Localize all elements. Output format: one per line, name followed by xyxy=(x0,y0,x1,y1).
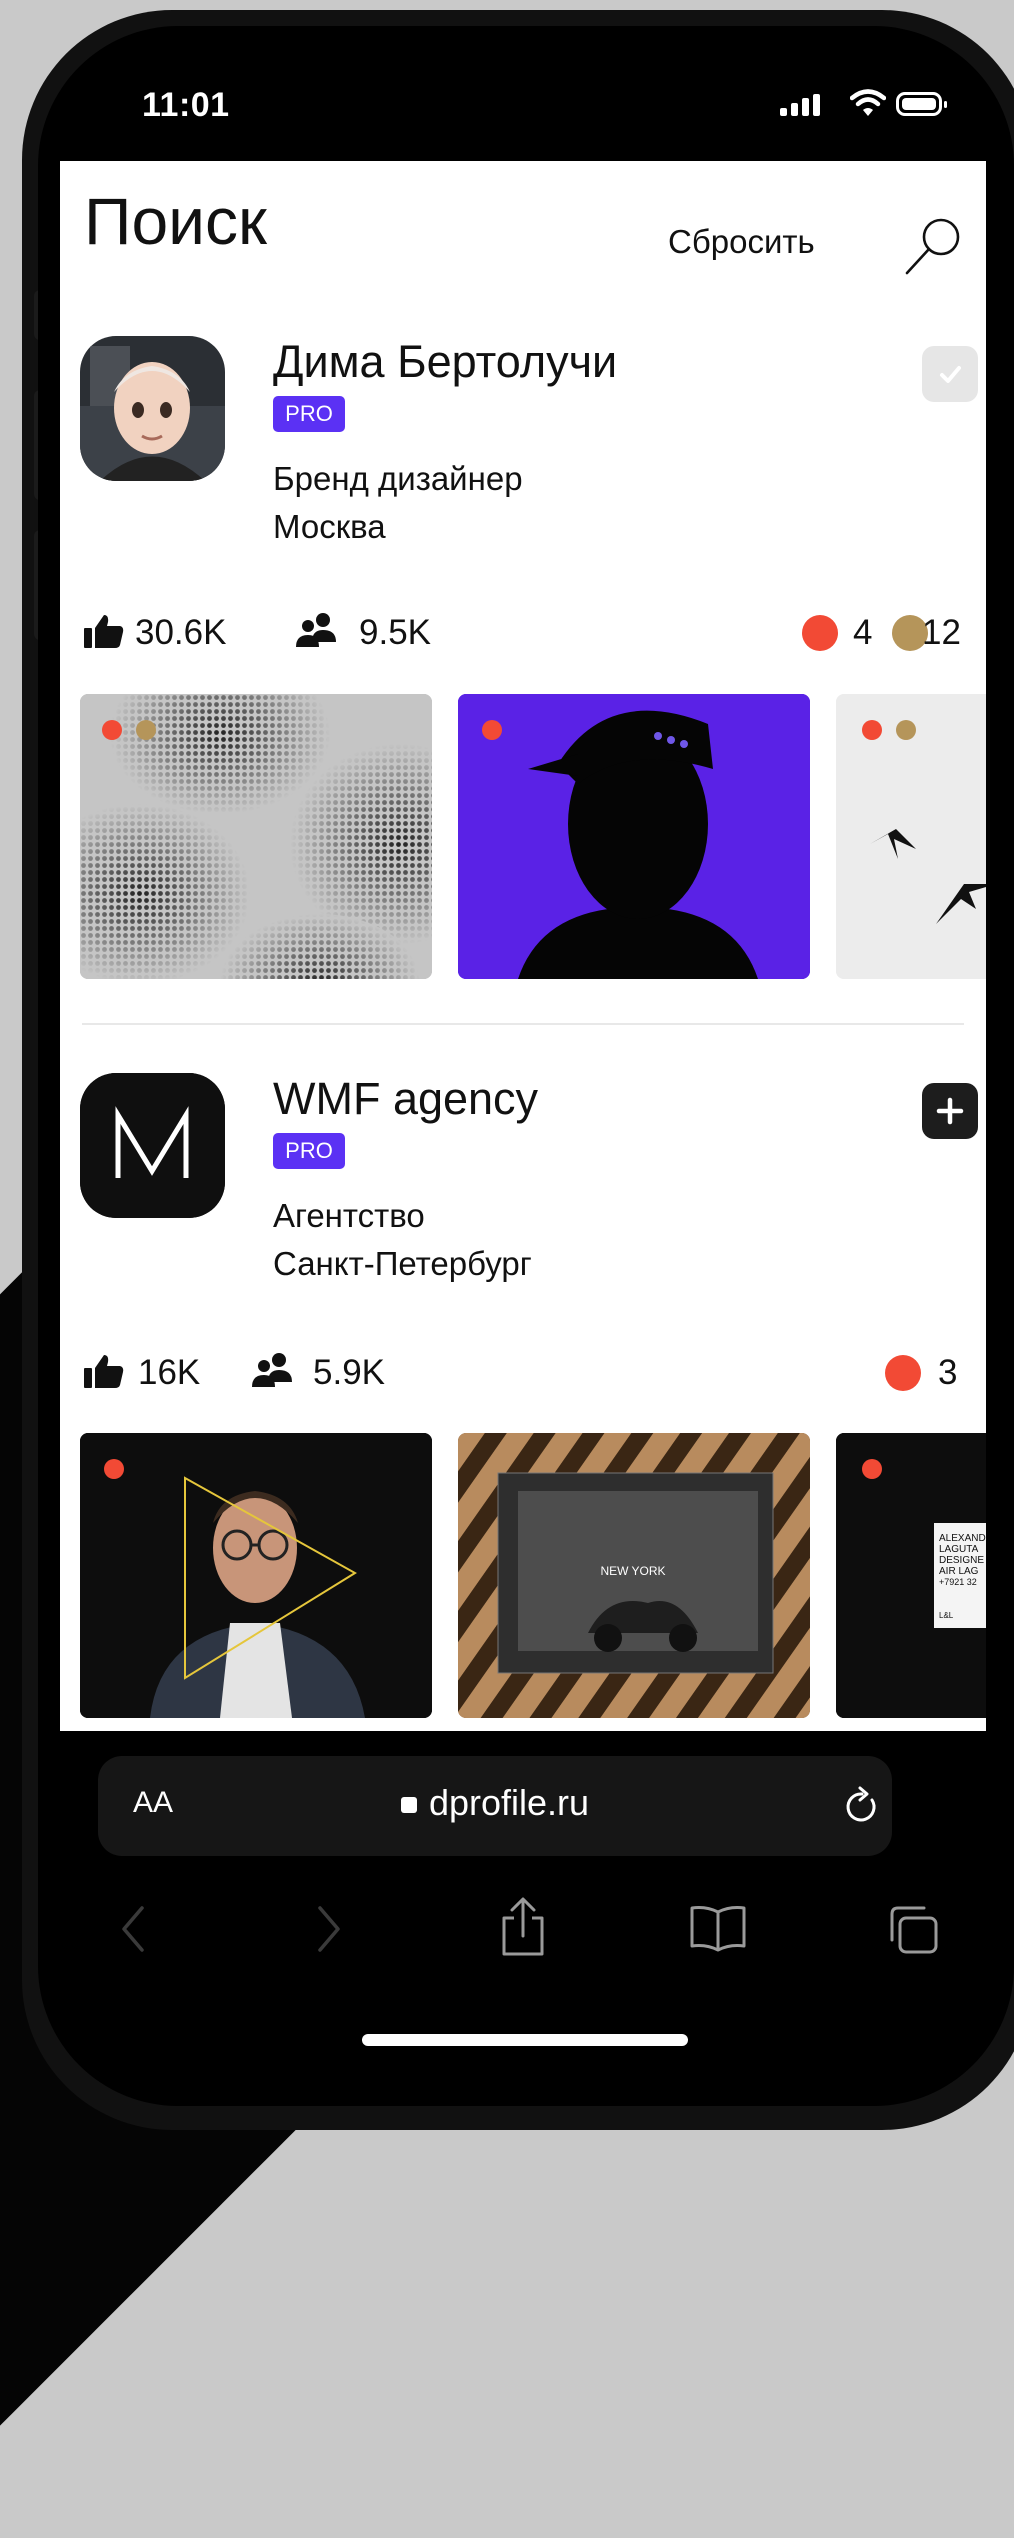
award-red-icon xyxy=(482,720,502,740)
business-card-line: AIR LAG xyxy=(939,1566,979,1577)
award-count: 3 xyxy=(938,1353,958,1392)
award-red-icon xyxy=(862,1459,882,1479)
plus-icon xyxy=(936,1097,964,1125)
user-role: Агентство xyxy=(273,1197,425,1234)
reset-button[interactable]: Сбросить xyxy=(668,223,815,261)
user-name[interactable]: WMF agency xyxy=(273,1073,538,1125)
phone-screen: 11:01 Поиск Сбросить Дима Бертолучи PRO … xyxy=(38,26,1014,2106)
lock-icon xyxy=(400,1797,417,1813)
user-city: Санкт-Петербург xyxy=(273,1245,532,1282)
user-name[interactable]: Дима Бертолучи xyxy=(273,336,617,388)
project-thumbnail[interactable] xyxy=(80,1433,432,1718)
followed-button[interactable] xyxy=(922,346,978,402)
business-card-line: DESIGNE xyxy=(939,1555,984,1566)
award-red-icon xyxy=(104,1459,124,1479)
thumbnail-caption: NEW YORK xyxy=(600,1564,665,1578)
award-red-icon xyxy=(885,1355,921,1391)
pro-badge: PRO xyxy=(273,1133,345,1169)
notch xyxy=(363,26,793,116)
avatar[interactable] xyxy=(80,336,225,481)
result-card[interactable]: Дима Бертолучи PRO Бренд дизайнер Москва… xyxy=(60,336,986,996)
likes-count: 30.6K xyxy=(135,613,227,652)
browser-toolbar xyxy=(38,1897,1014,1974)
page-title: Поиск xyxy=(84,184,267,258)
url-text: dprofile.ru xyxy=(428,1782,590,1823)
address-bar[interactable]: AA dprofile.ru xyxy=(98,1756,892,1856)
people-icon xyxy=(296,613,336,647)
award-red-icon xyxy=(102,720,122,740)
status-time: 11:01 xyxy=(142,86,230,124)
business-card-line: L&L xyxy=(939,1611,954,1620)
search-icon[interactable] xyxy=(902,213,966,277)
user-city: Москва xyxy=(273,508,386,545)
web-content: Поиск Сбросить Дима Бертолучи PRO Бренд … xyxy=(60,161,986,1731)
likes-count: 16K xyxy=(138,1353,201,1392)
pro-badge: PRO xyxy=(273,396,345,432)
divider xyxy=(82,1023,964,1025)
award-gold-icon xyxy=(136,720,156,740)
award-count: 4 xyxy=(853,613,873,652)
tabs-icon[interactable] xyxy=(886,1904,942,1956)
reload-icon[interactable] xyxy=(842,1784,882,1828)
status-bar: 11:01 xyxy=(38,26,1014,161)
avatar[interactable] xyxy=(80,1073,225,1218)
user-role: Бренд дизайнер xyxy=(273,460,523,497)
battery-icon xyxy=(896,92,947,116)
project-thumbnail[interactable] xyxy=(836,694,986,979)
chevron-left-icon[interactable] xyxy=(118,1904,148,1954)
project-thumbnail[interactable] xyxy=(80,694,432,979)
award-gold-icon xyxy=(896,720,916,740)
thumbs-up-icon xyxy=(84,1355,124,1388)
check-icon xyxy=(940,366,961,383)
result-card[interactable]: WMF agency PRO Агентство Санкт-Петербург… xyxy=(60,1073,986,1731)
project-thumbnail[interactable] xyxy=(458,694,810,979)
business-card-line: +7921 32 xyxy=(939,1577,977,1587)
url-field[interactable]: dprofile.ru xyxy=(98,1782,892,1824)
book-icon[interactable] xyxy=(688,1904,748,1952)
wifi-icon xyxy=(850,89,886,116)
business-card-line: ALEXAND xyxy=(939,1533,986,1544)
award-red-icon xyxy=(862,720,882,740)
share-icon[interactable] xyxy=(498,1896,548,1958)
followers-count: 9.5K xyxy=(359,613,431,652)
followers-count: 5.9K xyxy=(313,1353,385,1392)
thumbs-up-icon xyxy=(84,615,124,648)
business-card-line: LAGUTA xyxy=(939,1544,979,1555)
award-red-icon xyxy=(802,615,838,651)
signal-icon xyxy=(780,94,820,116)
project-thumbnail[interactable]: NEW YORK xyxy=(458,1433,810,1718)
award-count: 12 xyxy=(922,613,961,652)
project-thumbnail[interactable]: ALEXAND LAGUTA DESIGNE AIR LAG +7921 32 … xyxy=(836,1433,986,1718)
chevron-right-icon[interactable] xyxy=(314,1904,344,1954)
people-icon xyxy=(252,1353,292,1387)
home-indicator xyxy=(362,2034,688,2046)
add-button[interactable] xyxy=(922,1083,978,1139)
